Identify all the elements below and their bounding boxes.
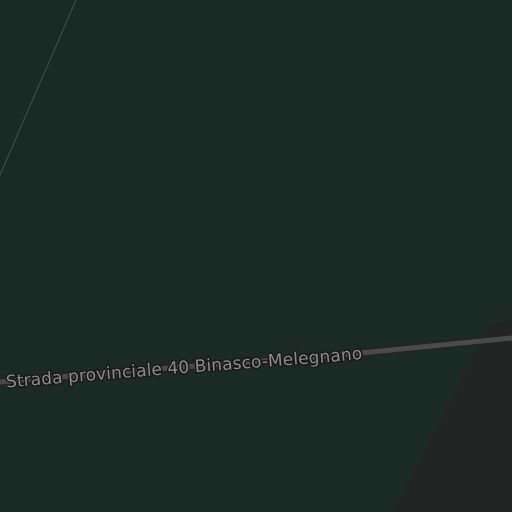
map-canvas[interactable]: Strada provinciale 40 Binasco-Melegnano …	[0, 0, 512, 512]
map-svg: Strada provinciale 40 Binasco-Melegnano …	[0, 0, 512, 512]
